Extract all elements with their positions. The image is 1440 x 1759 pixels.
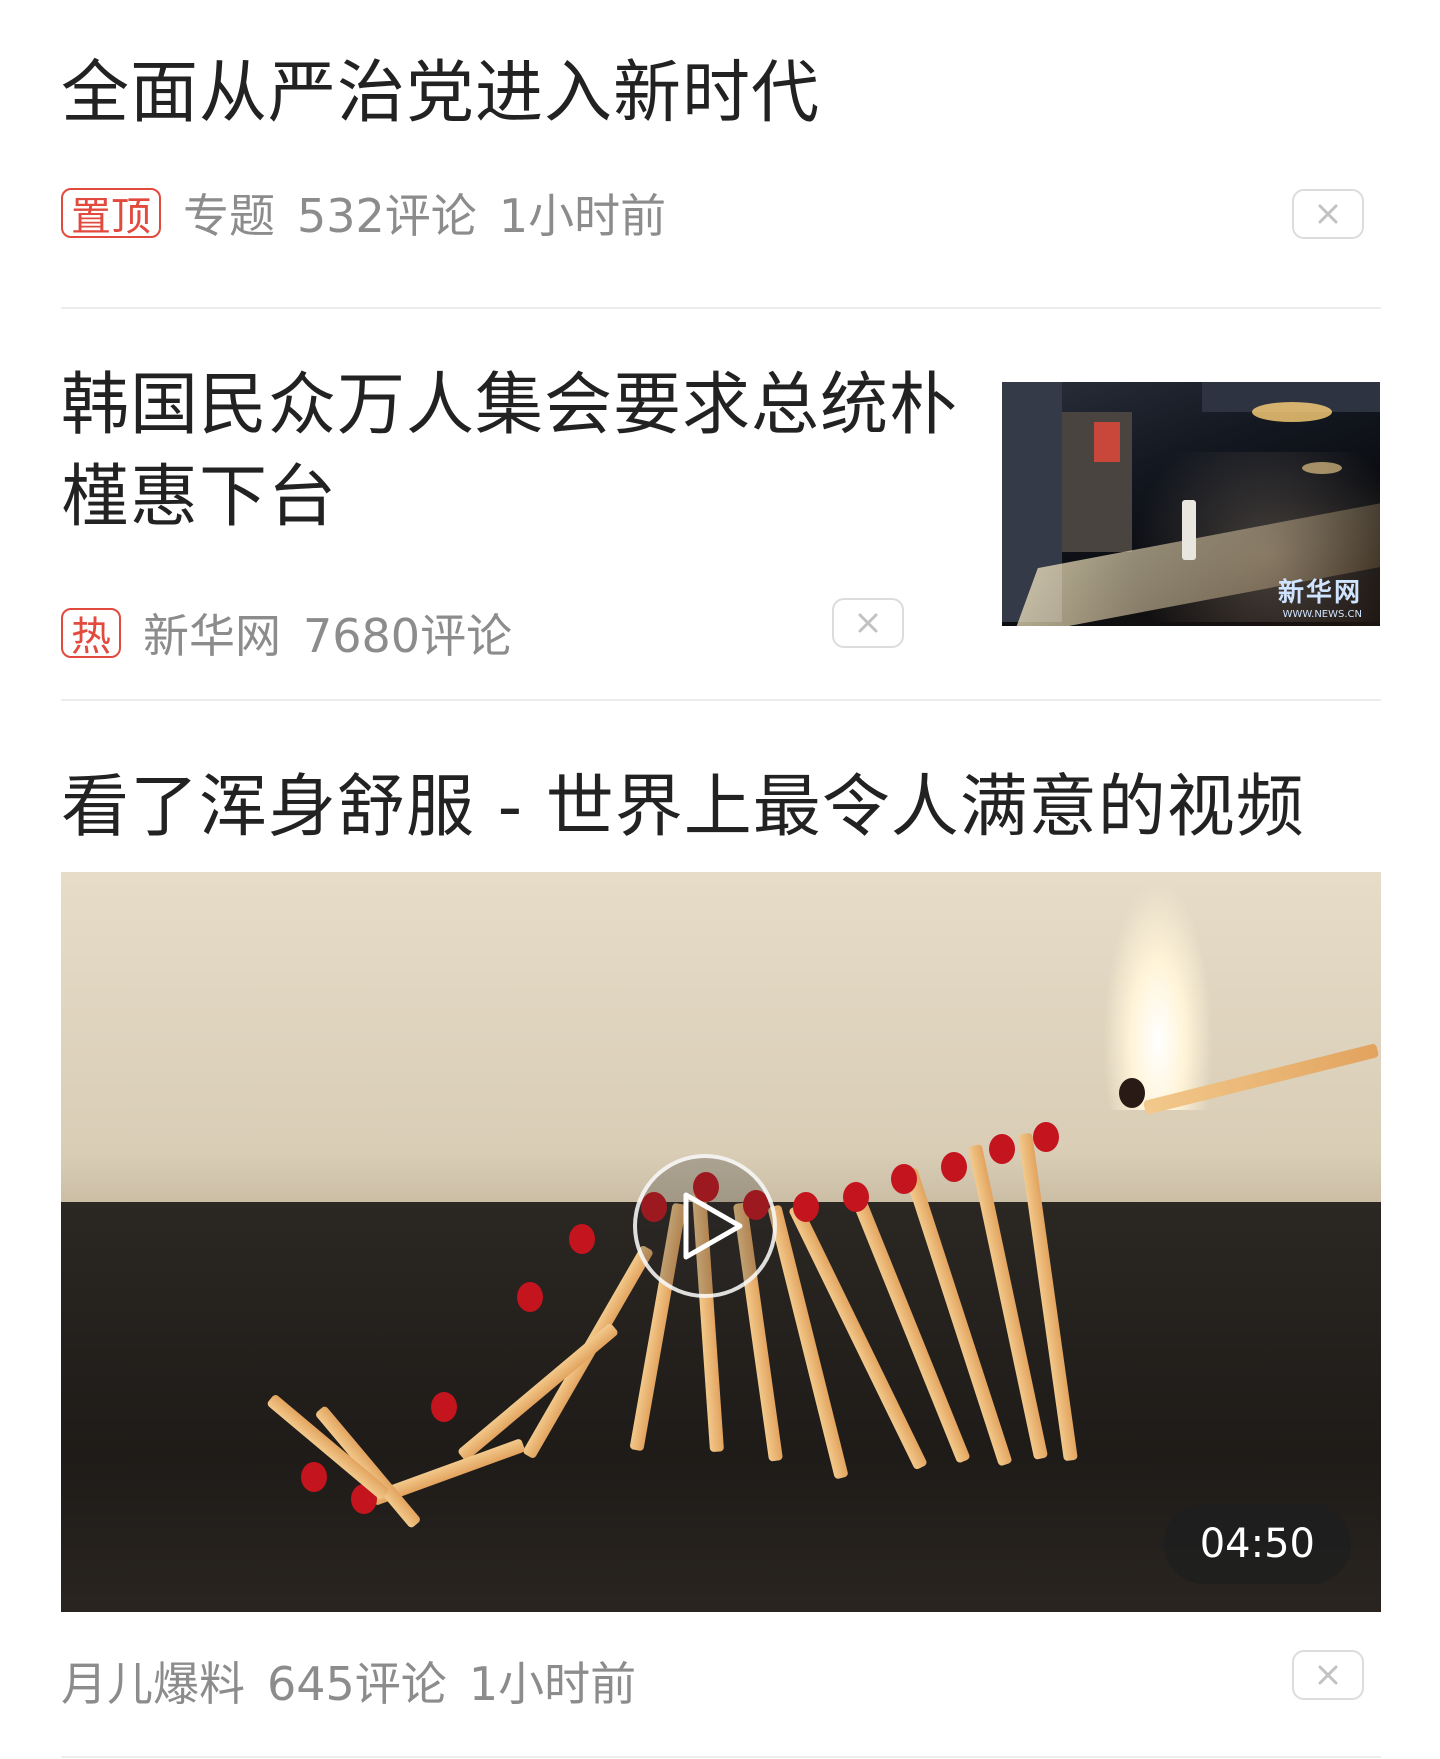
divider bbox=[61, 1756, 1381, 1758]
hot-tag: 热 bbox=[61, 608, 121, 660]
feed-item-3-meta: 月儿爆料 645评论 1小时前 bbox=[61, 1648, 1381, 1714]
dismiss-button[interactable] bbox=[1292, 1650, 1364, 1700]
divider bbox=[61, 307, 1381, 309]
feed-item-1[interactable]: 全面从严治党进入新时代 置顶 专题 532评论 1小时前 bbox=[61, 48, 1381, 246]
play-button[interactable] bbox=[633, 1154, 777, 1298]
meta-row: 月儿爆料 645评论 1小时前 bbox=[61, 1648, 1381, 1714]
feed-item-2[interactable]: 韩国民众万人集会要求总统朴 槿惠下台 热 新华网 7680评论 bbox=[61, 360, 961, 666]
close-icon bbox=[858, 613, 878, 633]
news-thumbnail[interactable]: 新华网 WWW.NEWS.CN bbox=[1002, 382, 1380, 626]
comment-count: 7680评论 bbox=[303, 609, 513, 663]
watermark-url: WWW.NEWS.CN bbox=[1282, 609, 1362, 620]
timestamp: 1小时前 bbox=[468, 1657, 637, 1711]
watermark-name: 新华网 bbox=[1277, 578, 1362, 608]
video-player[interactable]: 04:50 bbox=[61, 872, 1381, 1612]
timestamp: 1小时前 bbox=[498, 189, 667, 243]
meta-row: 热 新华网 7680评论 bbox=[61, 600, 961, 666]
pinned-tag: 置顶 bbox=[61, 188, 161, 240]
video-duration: 04:50 bbox=[1163, 1504, 1351, 1584]
source-label: 专题 bbox=[183, 189, 275, 243]
comment-count: 532评论 bbox=[297, 189, 477, 243]
meta-row: 置顶 专题 532评论 1小时前 bbox=[61, 180, 1381, 246]
headline-line-2: 槿惠下台 bbox=[61, 458, 338, 537]
dismiss-button[interactable] bbox=[1292, 189, 1364, 239]
close-icon bbox=[1318, 204, 1338, 224]
close-icon bbox=[1318, 1665, 1338, 1685]
feed-item-3[interactable]: 看了浑身舒服 - 世界上最令人满意的视频 bbox=[61, 762, 1381, 854]
source-label: 新华网 bbox=[143, 609, 281, 663]
headline[interactable]: 看了浑身舒服 - 世界上最令人满意的视频 bbox=[61, 762, 1381, 854]
headline-line-1: 韩国民众万人集会要求总统朴 bbox=[61, 366, 959, 445]
headline[interactable]: 全面从严治党进入新时代 bbox=[61, 48, 1381, 140]
headline[interactable]: 韩国民众万人集会要求总统朴 槿惠下台 bbox=[61, 360, 961, 544]
dismiss-button[interactable] bbox=[832, 598, 904, 648]
source-label: 月儿爆料 bbox=[61, 1657, 245, 1711]
comment-count: 645评论 bbox=[267, 1657, 447, 1711]
watermark: 新华网 WWW.NEWS.CN bbox=[1278, 572, 1362, 620]
play-icon bbox=[683, 1192, 743, 1260]
divider bbox=[61, 699, 1381, 701]
